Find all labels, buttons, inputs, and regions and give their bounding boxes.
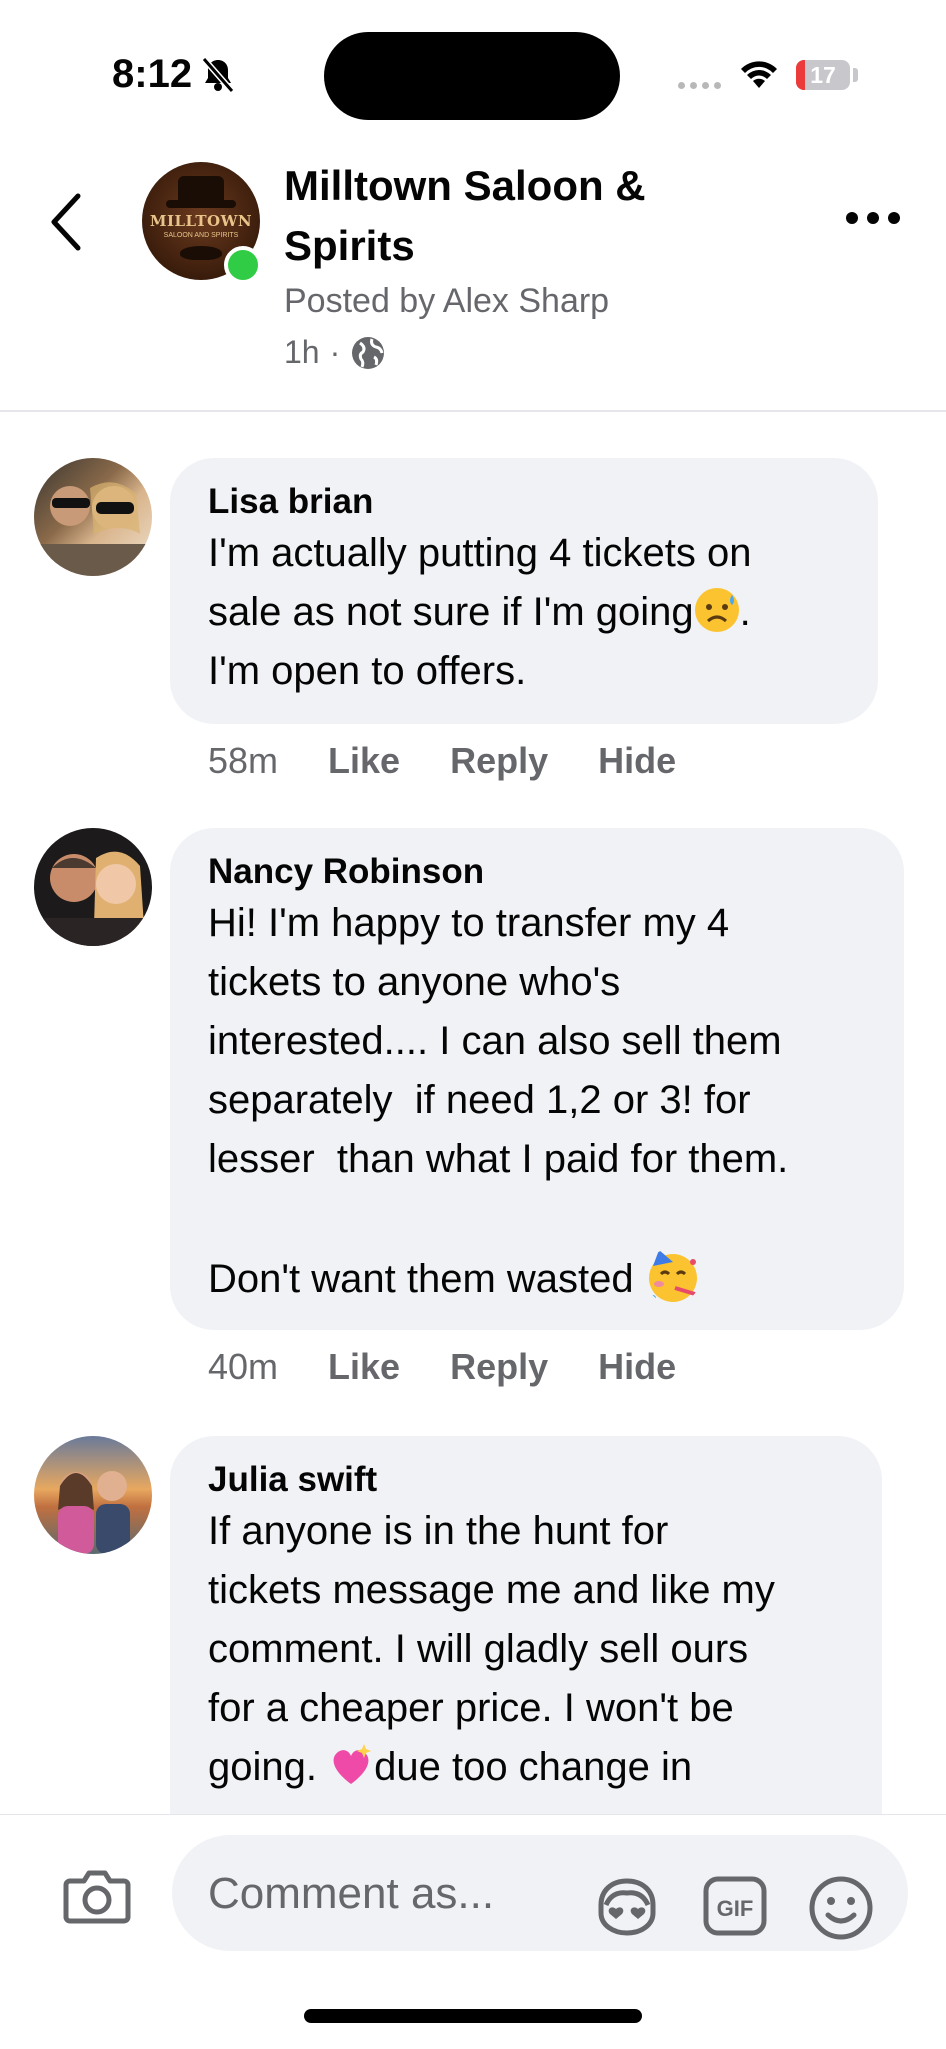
gif-icon[interactable]: GIF: [702, 1875, 768, 1937]
avatar[interactable]: [34, 828, 152, 946]
like-button[interactable]: Like: [328, 740, 400, 782]
home-indicator: [304, 2009, 642, 2023]
posted-by: Posted by Alex Sharp: [284, 282, 610, 320]
globe-icon: [352, 336, 385, 369]
sad-sweat-emoji-icon: [694, 588, 739, 632]
comment-text: Hi! I'm happy to transfer my 4 tickets t…: [208, 894, 868, 1309]
comment-actions: 40m Like Reply Hide: [208, 1346, 676, 1388]
post-meta: 1h ·: [284, 334, 386, 371]
avatar[interactable]: [34, 1436, 152, 1554]
avatar-sticker-icon[interactable]: [594, 1875, 660, 1937]
avatar-photo: [34, 851, 152, 946]
meta-dot: ·: [329, 334, 341, 370]
comment-actions: 58m Like Reply Hide: [208, 740, 676, 782]
post-time: 1h: [284, 334, 320, 370]
mustache-shape: [180, 246, 222, 260]
cell-signal-icon: [678, 82, 721, 89]
avatar-photo: [34, 482, 152, 576]
more-icon[interactable]: [846, 212, 900, 224]
comment-author[interactable]: Nancy Robinson: [208, 850, 868, 894]
party-face-emoji-icon: [648, 1250, 697, 1302]
comment-bubble[interactable]: Lisa brian I'm actually putting 4 ticket…: [170, 458, 878, 724]
online-indicator: [224, 246, 262, 284]
battery-icon: 17: [796, 60, 850, 90]
comment-composer: Comment as... GIF: [0, 1814, 946, 2049]
dynamic-island: [324, 32, 620, 120]
status-bar: 8:12 17: [0, 0, 946, 140]
comment-text: I'm actually putting 4 tickets on sale as…: [208, 531, 752, 693]
comment-bubble[interactable]: Nancy Robinson Hi! I'm happy to transfer…: [170, 828, 904, 1330]
page-name[interactable]: Milltown Saloon & Spirits: [284, 156, 704, 276]
hat-shape: [178, 176, 224, 202]
status-time: 8:12: [112, 52, 193, 96]
avatar[interactable]: [34, 458, 152, 576]
reply-button[interactable]: Reply: [450, 1346, 548, 1388]
logo-subtext: SALOON AND SPIRITS: [163, 232, 239, 239]
like-button[interactable]: Like: [328, 1346, 400, 1388]
hat-brim: [166, 200, 236, 208]
sparkling-hearts-emoji-icon: [333, 1744, 372, 1784]
hide-button[interactable]: Hide: [598, 1346, 676, 1388]
logo-text: MILLTOWN: [149, 212, 253, 230]
comment-time: 58m: [208, 740, 279, 781]
emoji-icon[interactable]: [808, 1875, 874, 1941]
comment-time: 40m: [208, 1346, 279, 1387]
comment-author[interactable]: Lisa brian: [208, 480, 842, 524]
svg-text:GIF: GIF: [717, 1896, 754, 1921]
wifi-icon: [741, 61, 777, 88]
comment-bubble[interactable]: Julia swift If anyone is in the hunt for…: [170, 1436, 882, 1856]
battery-tip: [853, 68, 858, 82]
comment-input[interactable]: Comment as... GIF: [172, 1835, 908, 1951]
comment-placeholder: Comment as...: [208, 1869, 495, 1918]
avatar-photo: [58, 1471, 130, 1554]
comment-author[interactable]: Julia swift: [208, 1458, 846, 1502]
reply-button[interactable]: Reply: [450, 740, 548, 782]
hide-button[interactable]: Hide: [598, 740, 676, 782]
back-chevron-icon[interactable]: [46, 190, 86, 254]
bell-slash-icon: [201, 57, 235, 93]
camera-icon[interactable]: [62, 1867, 132, 1925]
post-header: MILLTOWN SALOON AND SPIRITS Milltown Sal…: [0, 140, 946, 412]
comment-text: If anyone is in the hunt for tickets mes…: [208, 1509, 775, 1789]
